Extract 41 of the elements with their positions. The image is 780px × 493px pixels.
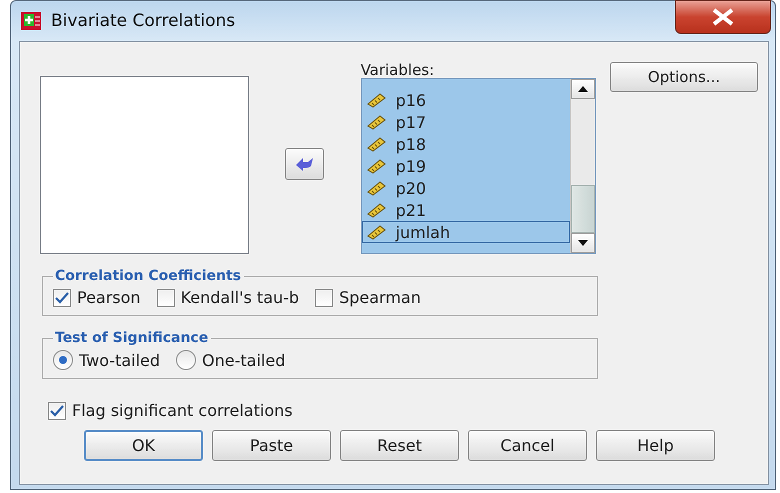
group-title: Test of Significance — [54, 330, 210, 346]
checkbox[interactable] — [53, 288, 71, 306]
source-variable-list[interactable] — [40, 76, 249, 254]
checkbox[interactable] — [315, 288, 334, 306]
options-button[interactable]: Options... — [610, 62, 758, 92]
radio-button[interactable] — [53, 350, 73, 370]
ruler-icon — [366, 136, 388, 152]
close-button[interactable] — [675, 0, 771, 34]
variables-label: Variables: — [360, 62, 436, 78]
radio-label: One-tailed — [202, 350, 286, 370]
move-back-button[interactable] — [285, 148, 324, 180]
checkbox-label: Spearman — [339, 288, 421, 307]
ruler-icon — [366, 114, 388, 130]
ruler-icon — [366, 158, 388, 174]
variable-item[interactable]: jumlah — [362, 221, 570, 243]
checkbox-label: Pearson — [77, 288, 141, 307]
scroll-down-icon[interactable] — [571, 233, 596, 253]
close-icon — [710, 8, 736, 26]
ruler-icon — [366, 202, 388, 218]
window-title: Bivariate Correlations — [51, 11, 236, 31]
group-title: Correlation Coefficients — [54, 268, 242, 284]
ruler-icon — [366, 224, 388, 240]
variables-list[interactable]: p16 p17 p18 p19 p20 p21 jumlah — [360, 78, 596, 254]
dialog-button[interactable]: Paste — [212, 430, 331, 461]
ruler-icon — [366, 92, 388, 108]
checkbox[interactable] — [48, 402, 66, 420]
scroll-thumb[interactable] — [571, 185, 596, 233]
dialog-button[interactable]: Cancel — [468, 430, 587, 461]
checkbox-label: Kendall's tau-b — [180, 288, 300, 307]
app-icon — [21, 12, 41, 30]
radio-button[interactable] — [176, 350, 196, 370]
arrow-left-icon — [294, 157, 315, 171]
checkbox-label: Flag significant correlations — [72, 401, 293, 420]
dialog-button[interactable]: OK — [84, 430, 203, 461]
ruler-icon — [366, 180, 388, 196]
scroll-up-icon[interactable] — [571, 79, 596, 99]
dialog-button[interactable]: Reset — [340, 430, 459, 461]
radio-label: Two-tailed — [79, 350, 160, 370]
scrollbar[interactable] — [570, 79, 596, 253]
checkbox[interactable] — [156, 288, 175, 306]
dialog-button[interactable]: Help — [596, 430, 715, 461]
